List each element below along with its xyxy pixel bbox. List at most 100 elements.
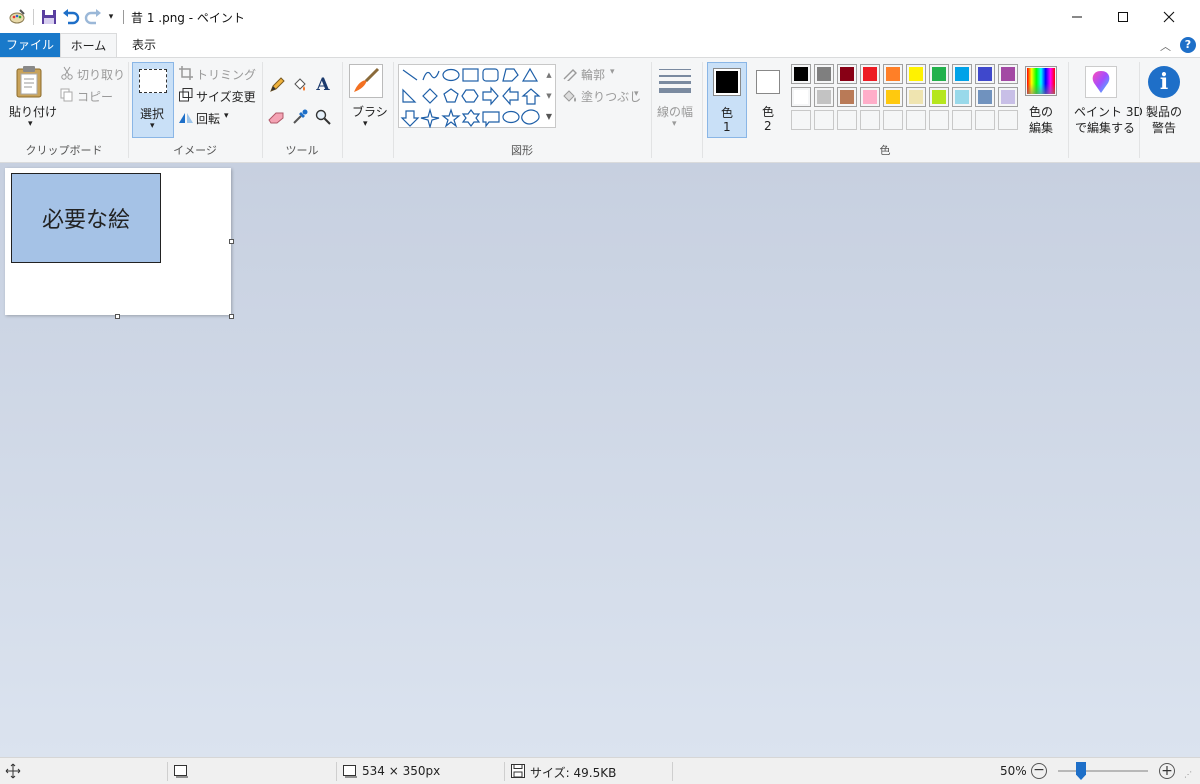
resize-grip-icon[interactable]: ⋰ (1184, 770, 1192, 779)
select-label: 選択 (140, 107, 165, 121)
palette-swatch[interactable] (952, 87, 972, 107)
palette-swatch[interactable] (929, 64, 949, 84)
maximize-button[interactable] (1100, 0, 1146, 33)
outline-button[interactable]: 輪郭 (581, 66, 605, 83)
paste-dropdown-icon[interactable]: ▾ (28, 119, 33, 129)
resize-handle-bottom[interactable] (115, 314, 120, 319)
fill-dropdown-icon[interactable]: ▾ (634, 89, 639, 99)
palette-swatch-empty[interactable] (837, 110, 857, 130)
palette-swatch[interactable] (791, 64, 811, 84)
line-width-icon[interactable] (657, 66, 693, 96)
shapes-scroll-down-icon[interactable]: ▼ (544, 91, 554, 101)
save-icon[interactable] (38, 7, 60, 27)
canvas[interactable]: 必要な絵 (5, 168, 231, 315)
palette-swatch[interactable] (975, 87, 995, 107)
shapes-scroll-up-icon[interactable]: ▲ (544, 70, 554, 80)
help-icon[interactable]: ? (1180, 37, 1196, 53)
palette-swatch-empty[interactable] (860, 110, 880, 130)
image-size-icon (342, 764, 358, 781)
brush-dropdown-icon[interactable]: ▾ (363, 119, 368, 129)
color2-button[interactable]: 色 2 (750, 62, 788, 138)
palette-swatch[interactable] (998, 87, 1018, 107)
zoom-in-button[interactable]: + (1159, 763, 1175, 779)
paint3d-line1[interactable]: ペイント 3D (1074, 103, 1143, 120)
zoom-slider-track[interactable] (1058, 770, 1148, 772)
palette-swatch-empty[interactable] (929, 110, 949, 130)
brush-icon[interactable] (349, 64, 383, 98)
product-alert-line2[interactable]: 警告 (1152, 119, 1176, 136)
copy-button[interactable]: コピー (77, 88, 113, 105)
fill-button[interactable]: 塗りつぶし (581, 88, 641, 105)
palette-swatch[interactable] (975, 64, 995, 84)
window-title: 昔 1 .png - ペイント (131, 11, 245, 25)
paint3d-line2[interactable]: で編集する (1075, 119, 1135, 136)
outline-dropdown-icon[interactable]: ▾ (610, 67, 615, 77)
palette-swatch[interactable] (860, 87, 880, 107)
palette-swatch[interactable] (952, 64, 972, 84)
collapse-ribbon-icon[interactable]: ︿ (1160, 38, 1171, 54)
minimize-button[interactable] (1054, 0, 1100, 33)
select-button[interactable]: 選択 ▾ (132, 62, 174, 138)
paint3d-icon[interactable] (1085, 66, 1117, 98)
edit-colors-icon[interactable] (1025, 66, 1057, 96)
resize-handle-right[interactable] (229, 239, 234, 244)
shapes-gallery[interactable] (398, 64, 556, 128)
tab-home[interactable]: ホーム (60, 33, 117, 58)
redo-icon[interactable] (82, 7, 104, 27)
palette-swatch[interactable] (906, 87, 926, 107)
palette-swatch-empty[interactable] (998, 110, 1018, 130)
info-icon[interactable]: i (1148, 66, 1180, 98)
palette-swatch-empty[interactable] (952, 110, 972, 130)
tab-view[interactable]: 表示 (120, 33, 168, 57)
magnifier-icon[interactable] (314, 108, 332, 126)
zoom-slider-thumb[interactable] (1076, 762, 1086, 780)
tab-file[interactable]: ファイル (0, 33, 60, 57)
rotate-dropdown-icon[interactable]: ▾ (224, 111, 229, 121)
crop-button[interactable]: トリミング (196, 66, 256, 83)
paste-button[interactable]: 貼り付け (9, 103, 57, 120)
fill-bucket-icon[interactable] (291, 76, 309, 94)
undo-icon[interactable] (60, 7, 82, 27)
group-separator (1139, 62, 1140, 158)
product-alert-line1[interactable]: 製品の (1146, 103, 1182, 120)
palette-swatch-empty[interactable] (906, 110, 926, 130)
palette-swatch[interactable] (883, 87, 903, 107)
palette-swatch-empty[interactable] (791, 110, 811, 130)
eraser-icon[interactable] (268, 108, 286, 126)
file-size: サイズ: 49.5KB (530, 766, 617, 780)
palette-swatch-empty[interactable] (883, 110, 903, 130)
palette-swatch[interactable] (837, 87, 857, 107)
workspace[interactable]: 必要な絵 (0, 163, 1200, 757)
palette-swatch[interactable] (791, 87, 811, 107)
tools-group-label: ツール (285, 144, 319, 157)
pencil-icon[interactable] (268, 76, 286, 94)
palette-swatch-empty[interactable] (975, 110, 995, 130)
palette-swatch[interactable] (998, 64, 1018, 84)
palette-swatch[interactable] (906, 64, 926, 84)
paint-app-icon[interactable] (6, 7, 28, 27)
line-width-button[interactable]: 線の幅 (657, 103, 693, 120)
rotate-button[interactable]: 回転 (196, 110, 220, 127)
text-tool-icon[interactable]: A (314, 75, 332, 95)
line-width-dropdown-icon[interactable]: ▾ (672, 119, 677, 129)
palette-swatch-empty[interactable] (814, 110, 834, 130)
zoom-out-button[interactable]: − (1031, 763, 1047, 779)
palette-swatch[interactable] (929, 87, 949, 107)
color-picker-icon[interactable] (291, 108, 309, 126)
palette-swatch[interactable] (814, 87, 834, 107)
resize-button[interactable]: サイズ変更 (196, 88, 256, 105)
shapes-expand-icon[interactable]: ▼ (544, 110, 554, 122)
close-button[interactable] (1146, 0, 1192, 33)
cut-button[interactable]: 切り取り (77, 66, 125, 83)
palette-swatch[interactable] (837, 64, 857, 84)
resize-handle-corner[interactable] (229, 314, 234, 319)
palette-swatch[interactable] (860, 64, 880, 84)
palette-swatch[interactable] (883, 64, 903, 84)
paste-icon[interactable] (12, 64, 48, 100)
status-bar: 534 × 350px サイズ: 49.5KB 50% − + ⋰ (0, 757, 1200, 784)
brush-button[interactable]: ブラシ (352, 103, 388, 120)
palette-swatch[interactable] (814, 64, 834, 84)
customize-dropdown-icon[interactable]: ▾ (104, 7, 118, 27)
color1-button[interactable]: 色 1 (707, 62, 747, 138)
canvas-text: 必要な絵 (41, 208, 130, 233)
